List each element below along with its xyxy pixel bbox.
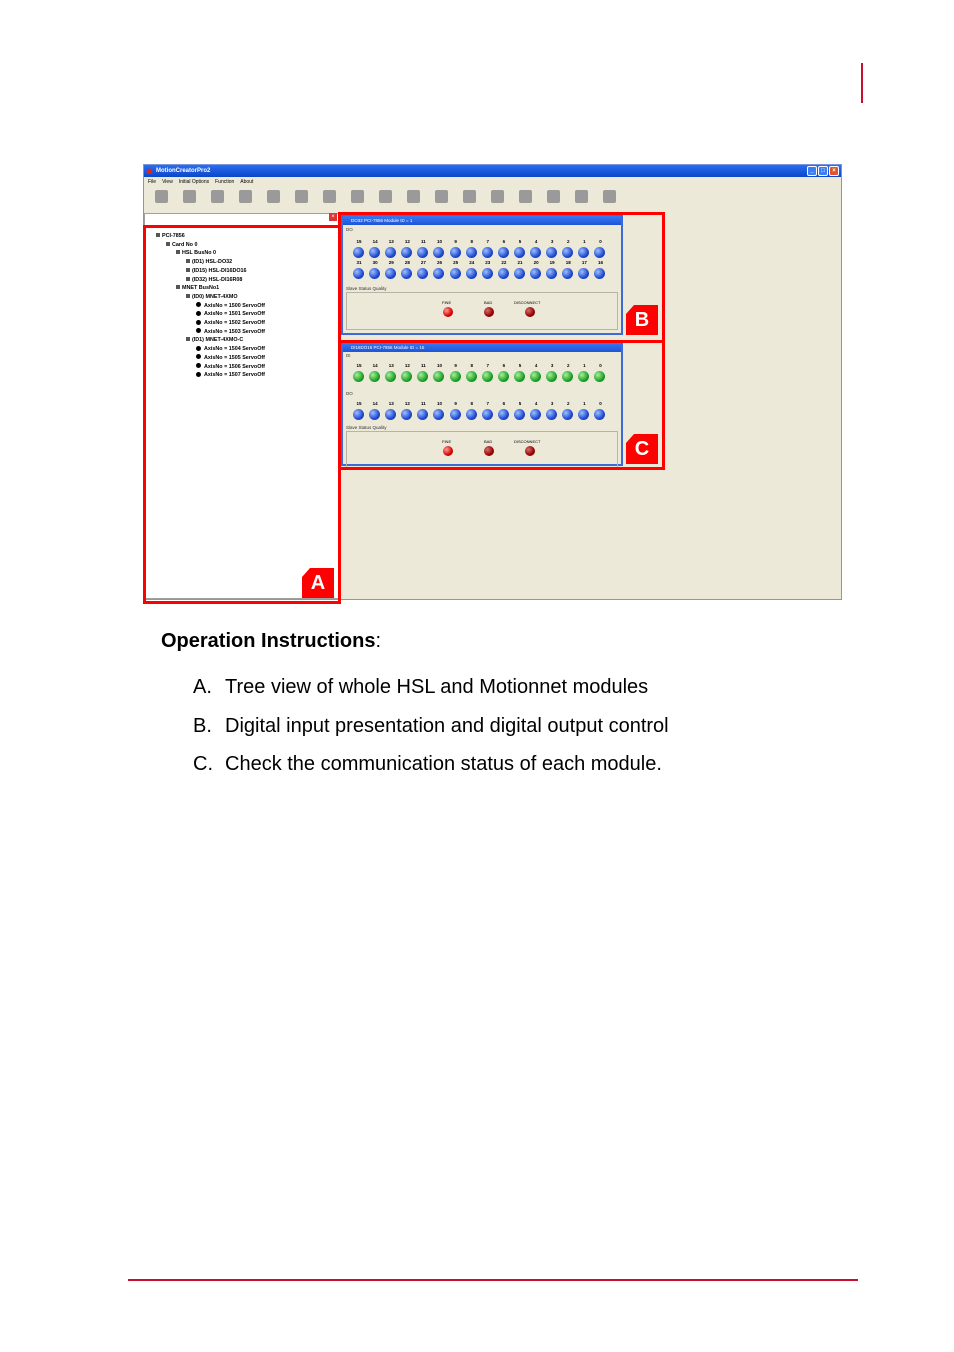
callout-box-b bbox=[338, 212, 665, 343]
toolbar-button[interactable] bbox=[203, 187, 231, 213]
instructions-list: A. Tree view of whole HSL and Motionnet m… bbox=[193, 668, 669, 784]
chart-icon bbox=[434, 190, 448, 203]
instruction-text: Digital input presentation and digital o… bbox=[225, 714, 669, 737]
toolbar-button[interactable] bbox=[259, 187, 287, 213]
sampling-icon bbox=[378, 190, 392, 203]
close-icon[interactable]: × bbox=[829, 166, 839, 176]
toolbar-button[interactable] bbox=[567, 187, 595, 213]
interpolation-icon bbox=[322, 190, 336, 203]
hsl-icon bbox=[210, 190, 224, 203]
callout-label-a: A bbox=[302, 568, 334, 598]
toolbar-button[interactable] bbox=[539, 187, 567, 213]
stop-icon bbox=[462, 190, 476, 203]
toolbar-button[interactable] bbox=[315, 187, 343, 213]
toolbar-button[interactable] bbox=[427, 187, 455, 213]
toolbar-button[interactable] bbox=[343, 187, 371, 213]
toolbar bbox=[144, 187, 841, 213]
io-icon bbox=[406, 190, 420, 203]
callout-box-c bbox=[338, 340, 665, 470]
connect-icon bbox=[154, 190, 168, 203]
exit-icon bbox=[602, 190, 616, 203]
footer-rule bbox=[128, 1279, 858, 1281]
home-icon bbox=[574, 190, 588, 203]
window-titlebar: MotionCreatorPro2 _ □ × bbox=[144, 165, 841, 177]
tree-close-icon[interactable]: × bbox=[329, 213, 337, 221]
toolbar-button[interactable] bbox=[399, 187, 427, 213]
menu-item[interactable]: About bbox=[240, 177, 253, 187]
motion-icon bbox=[294, 190, 308, 203]
callout-label-b: B bbox=[626, 305, 658, 335]
callout-label-c: C bbox=[626, 434, 658, 464]
toolbar-button[interactable] bbox=[371, 187, 399, 213]
menu-item[interactable]: View bbox=[162, 177, 173, 187]
field-disconnect-icon bbox=[518, 190, 532, 203]
instruction-text: Check the communication status of each m… bbox=[225, 753, 662, 775]
instruction-marker: C. bbox=[193, 753, 213, 775]
window-title: MotionCreatorPro2 bbox=[156, 168, 211, 174]
instruction-item: A. Tree view of whole HSL and Motionnet m… bbox=[193, 668, 669, 707]
callout-box-a bbox=[143, 225, 341, 604]
toolbar-button[interactable] bbox=[231, 187, 259, 213]
instruction-item: B. Digital input presentation and digital… bbox=[193, 707, 669, 746]
instructions-colon: : bbox=[375, 630, 382, 652]
toolbar-button[interactable] bbox=[175, 187, 203, 213]
app-logo-icon bbox=[146, 167, 153, 174]
header-marker bbox=[861, 63, 863, 103]
instruction-marker: B. bbox=[193, 714, 212, 737]
field-connect-icon bbox=[490, 190, 504, 203]
field-monitor-icon bbox=[546, 190, 560, 203]
toolbar-button[interactable] bbox=[511, 187, 539, 213]
instructions-title: Operation Instructions bbox=[161, 630, 376, 652]
single-icon bbox=[266, 190, 280, 203]
instructions-heading: Operation Instructions: bbox=[161, 630, 381, 653]
minimize-icon[interactable]: _ bbox=[807, 166, 817, 176]
toolbar-button[interactable] bbox=[455, 187, 483, 213]
window-controls: _ □ × bbox=[807, 166, 839, 176]
disconnect-icon bbox=[182, 190, 196, 203]
menu-item[interactable]: Function bbox=[215, 177, 234, 187]
toolbar-button[interactable] bbox=[287, 187, 315, 213]
toolbar-button[interactable] bbox=[483, 187, 511, 213]
instruction-text: Tree view of whole HSL and Motionnet mod… bbox=[225, 676, 649, 698]
toolbar-button[interactable] bbox=[595, 187, 623, 213]
menu-item[interactable]: Initial Options bbox=[179, 177, 209, 187]
servo-icon bbox=[238, 190, 252, 203]
toolbar-button[interactable] bbox=[147, 187, 175, 213]
maximize-icon[interactable]: □ bbox=[818, 166, 828, 176]
gantry-icon bbox=[350, 190, 364, 203]
menu-bar: File View Initial Options Function About bbox=[144, 177, 841, 187]
instruction-item: C. Check the communication status of each… bbox=[193, 745, 669, 784]
menu-item[interactable]: File bbox=[148, 177, 156, 187]
instruction-marker: A. bbox=[193, 676, 212, 698]
